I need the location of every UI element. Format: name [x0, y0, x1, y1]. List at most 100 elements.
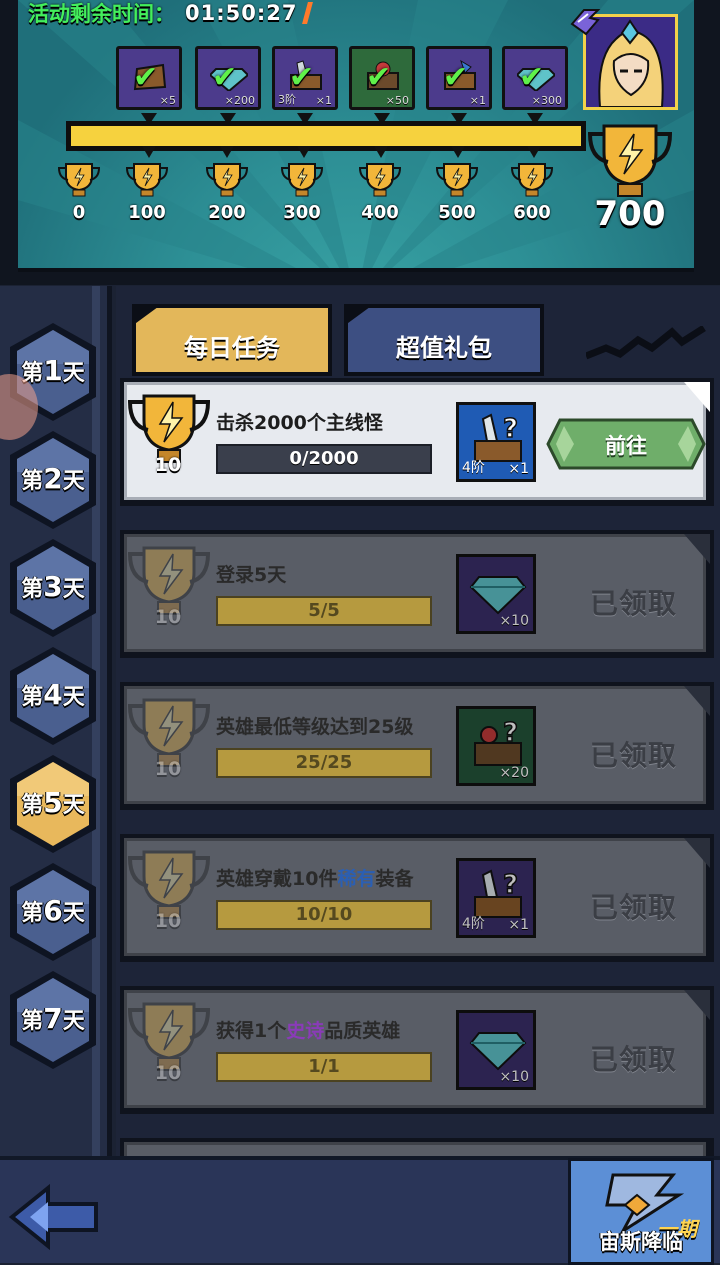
task-progress-text: 0/2000 [289, 448, 359, 469]
check-icon: ✔ [289, 60, 315, 95]
day-tab-7[interactable]: 第7天 [6, 968, 100, 1072]
task-points: 10 [154, 606, 182, 628]
bar-marker [297, 146, 311, 158]
reward-count: ×1 [508, 461, 529, 477]
task-progress-text: 25/25 [295, 752, 353, 773]
claimed-status: 已领取 [590, 1043, 678, 1076]
day-tab-4[interactable]: 第4天 [6, 644, 100, 748]
milestone-value: 300 [283, 202, 321, 223]
task-points: 10 [154, 758, 182, 780]
rarity-epic-label: 史诗 [286, 1020, 325, 1042]
reward-count: ×1 [469, 94, 486, 107]
go-button[interactable]: 前往 [544, 416, 708, 472]
day-tab-2[interactable]: 第2天 [6, 428, 100, 532]
diamond-icon [469, 576, 527, 615]
check-icon: ✔ [443, 60, 469, 95]
bar-marker [374, 146, 388, 158]
milestone-value: 400 [361, 202, 399, 223]
task-reward-item[interactable]: ? ×20 [456, 706, 536, 786]
target-score: 700 [594, 194, 666, 234]
reward-count: ×1 [508, 917, 529, 933]
task-reward-item[interactable]: ×10 [456, 1010, 536, 1090]
svg-text:?: ? [503, 414, 518, 444]
task-title-part: 品质英雄 [324, 1020, 401, 1042]
reward-box-2[interactable]: ✔ ×200 [195, 46, 261, 110]
mystery-hero-chest-icon: ? [474, 717, 522, 766]
trophy-icon [205, 163, 249, 197]
check-icon: ✔ [366, 60, 392, 95]
milestone-4: 400 [350, 162, 410, 223]
task-points: 10 [154, 910, 182, 932]
reward-count: ×1 [315, 94, 332, 107]
tab-label: 每日任务 [184, 334, 280, 362]
day-tab-6[interactable]: 第6天 [6, 860, 100, 964]
rarity-rare-label: 稀有 [337, 868, 376, 890]
task-panel: 每日任务 超值礼包 10 击杀2000个主线怪 0/2000 ? 4阶 ×1 前… [116, 286, 720, 1160]
trophy-icon [280, 163, 324, 197]
task-points: 10 [154, 1062, 182, 1084]
event-timer: 活动剩余时间： 01:50:27 [28, 0, 314, 26]
task-reward-item[interactable]: ? 4阶 ×1 [456, 402, 536, 482]
check-icon: ✔ [212, 60, 238, 95]
task-points: 10 [154, 454, 182, 476]
card-fold [684, 686, 710, 716]
tab-label: 超值礼包 [396, 334, 492, 362]
milestone-value: 0 [72, 202, 86, 223]
trophy-icon [358, 163, 402, 197]
trophy-icon [435, 163, 479, 197]
go-button-label: 前往 [605, 434, 647, 458]
task-title: 获得1个史诗品质英雄 [216, 1016, 400, 1043]
reward-box-5[interactable]: ✔ ×1 [426, 46, 492, 110]
svg-text:?: ? [503, 870, 518, 900]
milestone-value: 500 [438, 202, 476, 223]
tab-daily-tasks[interactable]: 每日任务 [132, 304, 332, 376]
reward-count: ×50 [385, 94, 409, 107]
task-card: 10 英雄最低等级达到25级 25/25 ? ×20 已领取 [120, 682, 714, 810]
task-title-part: 获得1个 [216, 1020, 287, 1042]
reward-count: ×10 [499, 613, 529, 629]
reward-box-3[interactable]: ✔ 3阶 ×1 [272, 46, 338, 110]
trophy-icon [510, 163, 554, 197]
day-label: 第6天 [21, 894, 85, 927]
day-tab-3[interactable]: 第3天 [6, 536, 100, 640]
task-title: 击杀2000个主线怪 [216, 412, 383, 434]
day-label: 第4天 [21, 678, 85, 711]
back-arrow-icon[interactable] [8, 1182, 100, 1252]
reward-tier: 4阶 [462, 916, 485, 932]
timer-value: 01:50:27 [185, 1, 298, 25]
milestone-value: 200 [208, 202, 246, 223]
reward-count: ×300 [531, 94, 562, 107]
trophy-icon [125, 163, 169, 197]
task-reward-item[interactable]: ×10 [456, 554, 536, 634]
day-tab-5[interactable]: 第5天 [6, 752, 100, 856]
bar-marker [142, 146, 156, 158]
bar-marker [527, 146, 541, 158]
task-card: 10 英雄穿戴10件稀有装备 10/10 ? 4阶 ×1 已领取 [120, 834, 714, 962]
day-label: 第5天 [21, 786, 85, 819]
check-icon: ✔ [519, 60, 545, 95]
task-progress-bar: 5/5 [216, 596, 432, 626]
task-card: 10 获得1个史诗品质英雄 1/1 ×10 已领取 [120, 986, 714, 1114]
grand-trophy-icon [587, 124, 673, 197]
task-progress-text: 10/10 [295, 904, 353, 925]
reward-tier: 3阶 [278, 93, 296, 106]
reward-count: ×200 [224, 94, 255, 107]
tab-corner [132, 304, 162, 326]
zeus-event-button[interactable]: 一期 宙斯降临 [568, 1158, 714, 1265]
task-reward-item[interactable]: ? 4阶 ×1 [456, 858, 536, 938]
milestone-6: 600 [502, 162, 562, 223]
task-card-partial [120, 1138, 714, 1160]
task-card: 10 登录5天 5/5 ×10 已领取 [120, 530, 714, 658]
reward-count: ×5 [159, 94, 176, 107]
claimed-status: 已领取 [590, 739, 678, 772]
wing-badge-icon [570, 9, 601, 36]
reward-box-6[interactable]: ✔ ×300 [502, 46, 568, 110]
tab-value-pack[interactable]: 超值礼包 [344, 304, 544, 376]
reward-box-1[interactable]: ✔ ×5 [116, 46, 182, 110]
reward-box-4[interactable]: ✔ ×50 [349, 46, 415, 110]
task-progress-bar: 25/25 [216, 748, 432, 778]
milestone-value: 100 [128, 202, 166, 223]
card-fold [684, 534, 710, 564]
milestone-2: 200 [197, 162, 257, 223]
reward-count: ×10 [499, 1069, 529, 1085]
